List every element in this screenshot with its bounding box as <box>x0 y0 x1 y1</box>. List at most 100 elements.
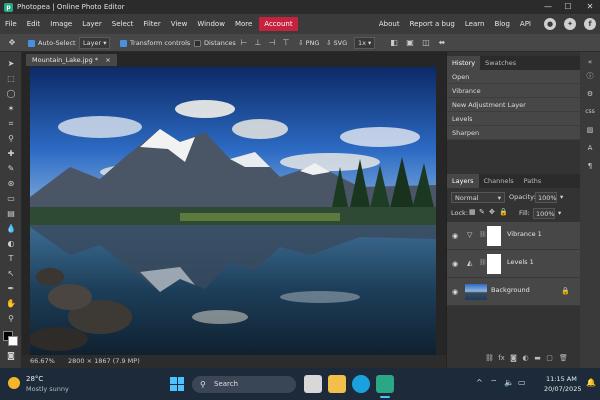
eye-icon[interactable]: ◉ <box>452 288 460 296</box>
opacity-input[interactable]: 100% <box>535 192 557 203</box>
close-button[interactable]: ✕ <box>580 0 600 14</box>
battery-icon[interactable]: ▭ <box>518 378 526 387</box>
task-view-icon[interactable] <box>304 375 322 393</box>
eye-icon[interactable]: ◉ <box>452 232 460 240</box>
lock-position-icon[interactable]: ✥ <box>489 208 495 216</box>
menu-filter[interactable]: Filter <box>138 14 165 34</box>
menu-window[interactable]: Window <box>192 14 230 34</box>
menu-edit[interactable]: Edit <box>22 14 46 34</box>
layer-row-background[interactable]: ◉ Background 🔒 <box>447 278 581 306</box>
eyedropper-tool-icon[interactable]: ⚲ <box>3 133 19 145</box>
magic-wand-tool-icon[interactable]: ✶ <box>3 103 19 115</box>
minimize-button[interactable]: — <box>538 0 558 14</box>
auto-select-checkbox[interactable]: Auto-Select <box>28 37 76 49</box>
delete-layer-icon[interactable]: 🗑 <box>559 354 568 363</box>
menu-layer[interactable]: Layer <box>77 14 107 34</box>
image-icon[interactable]: ▨ <box>584 124 596 136</box>
taskbar-search[interactable]: ⚲ Search <box>192 376 296 393</box>
brush-tool-icon[interactable]: ✎ <box>3 163 19 175</box>
weather-description[interactable]: Mostly sunny <box>26 385 69 393</box>
link-layers-icon[interactable]: ⛓ <box>485 354 494 363</box>
windows-start-icon[interactable] <box>170 377 184 391</box>
volume-icon[interactable]: 🔈 <box>504 378 514 387</box>
path-selection-tool-icon[interactable]: ↖ <box>3 268 19 280</box>
tab-paths[interactable]: Paths <box>519 174 547 188</box>
tab-layers[interactable]: Layers <box>447 174 479 188</box>
auto-select-target-select[interactable]: Layer ▾ <box>79 37 111 49</box>
tab-channels[interactable]: Channels <box>479 174 519 188</box>
zoom-level[interactable]: 66.67% <box>30 355 55 368</box>
history-item[interactable]: Vibrance <box>447 84 581 98</box>
menu-report-bug[interactable]: Report a bug <box>405 14 460 34</box>
lock-pixels-icon[interactable]: ✎ <box>479 208 485 216</box>
facebook-icon[interactable]: f <box>584 18 596 30</box>
align-right-icon[interactable]: ⊣ <box>266 37 278 49</box>
menu-view[interactable]: View <box>166 14 193 34</box>
tab-history[interactable]: History <box>447 56 481 70</box>
file-explorer-icon[interactable] <box>328 375 346 393</box>
export-svg-button[interactable]: ⇩ SVG <box>326 37 347 49</box>
account-button[interactable]: Account <box>259 17 298 31</box>
blend-mode-select[interactable]: Normal ▾ <box>451 192 505 203</box>
history-item[interactable]: Open <box>447 70 581 84</box>
menu-more[interactable]: More <box>230 14 257 34</box>
info-icon[interactable]: ⓘ <box>584 70 596 82</box>
export-png-button[interactable]: ⇩ PNG <box>298 37 319 49</box>
history-item[interactable]: Levels <box>447 112 581 126</box>
fill-dropdown-icon[interactable]: ▾ <box>558 209 561 217</box>
new-group-icon[interactable]: ▬ <box>533 354 542 363</box>
layer-row-vibrance[interactable]: ◉ ▽ ⛓ Vibrance 1 <box>447 222 581 250</box>
maximize-button[interactable]: ☐ <box>558 0 578 14</box>
css-icon[interactable]: css <box>584 106 596 118</box>
menu-blog[interactable]: Blog <box>489 14 514 34</box>
add-mask-icon[interactable]: ◙ <box>509 354 518 363</box>
flip-icon[interactable]: ⬌ <box>436 37 448 49</box>
collapse-panels-icon[interactable]: « <box>584 56 596 68</box>
clone-stamp-tool-icon[interactable]: ⊛ <box>3 178 19 190</box>
align-left-icon[interactable]: ⊢ <box>238 37 250 49</box>
menu-select[interactable]: Select <box>107 14 139 34</box>
marquee-tool-icon[interactable]: ⬚ <box>3 73 19 85</box>
lasso-tool-icon[interactable]: ◯ <box>3 88 19 100</box>
blur-tool-icon[interactable]: 💧 <box>3 223 19 235</box>
layer-effects-icon[interactable]: fx <box>497 354 506 363</box>
layer-row-levels[interactable]: ◉ ◭ ⛓ Levels 1 <box>447 250 581 278</box>
twitter-icon[interactable]: ✦ <box>564 18 576 30</box>
history-item[interactable]: Sharpen <box>447 126 581 140</box>
distances-checkbox[interactable]: Distances <box>194 37 236 49</box>
new-adjustment-layer-icon[interactable]: ◐ <box>521 354 530 363</box>
pen-tool-icon[interactable]: ✒ <box>3 283 19 295</box>
menu-api[interactable]: API <box>515 14 536 34</box>
move-tool-options-icon[interactable]: ✥ <box>6 37 18 49</box>
document-tab-close-icon[interactable]: × <box>105 56 110 64</box>
gradient-tool-icon[interactable]: ▤ <box>3 208 19 220</box>
arrange-icon[interactable]: ◧ <box>388 37 400 49</box>
transform-controls-checkbox[interactable]: Transform controls <box>120 37 190 49</box>
tab-swatches[interactable]: Swatches <box>480 56 521 70</box>
arrange-front-icon[interactable]: ▣ <box>404 37 416 49</box>
distribute-icon[interactable]: ⊤ <box>280 37 292 49</box>
hand-tool-icon[interactable]: ✋ <box>3 298 19 310</box>
align-center-icon[interactable]: ⊥ <box>252 37 264 49</box>
type-tool-icon[interactable]: T <box>3 253 19 265</box>
notification-bell-icon[interactable]: 🔔 <box>586 378 596 387</box>
menu-image[interactable]: Image <box>45 14 77 34</box>
eraser-tool-icon[interactable]: ▭ <box>3 193 19 205</box>
menu-file[interactable]: File <box>0 14 22 34</box>
image-canvas[interactable] <box>30 67 436 355</box>
history-item[interactable]: New Adjustment Layer <box>447 98 581 112</box>
edge-browser-icon[interactable] <box>352 375 370 393</box>
adjustments-icon[interactable]: ⚙ <box>584 88 596 100</box>
healing-tool-icon[interactable]: ✚ <box>3 148 19 160</box>
menu-about[interactable]: About <box>374 14 405 34</box>
photopea-taskbar-icon[interactable] <box>376 375 394 393</box>
weather-temperature[interactable]: 28°C <box>26 375 43 383</box>
arrange-back-icon[interactable]: ◫ <box>420 37 432 49</box>
weather-sun-icon[interactable] <box>8 377 20 389</box>
zoom-tool-icon[interactable]: ⚲ <box>3 313 19 325</box>
clock-time[interactable]: 11:15 AM <box>546 375 577 383</box>
opacity-dropdown-icon[interactable]: ▾ <box>560 193 563 201</box>
dodge-tool-icon[interactable]: ◐ <box>3 238 19 250</box>
fill-input[interactable]: 100% <box>533 208 555 219</box>
clock-date[interactable]: 20/07/2025 <box>544 385 581 393</box>
